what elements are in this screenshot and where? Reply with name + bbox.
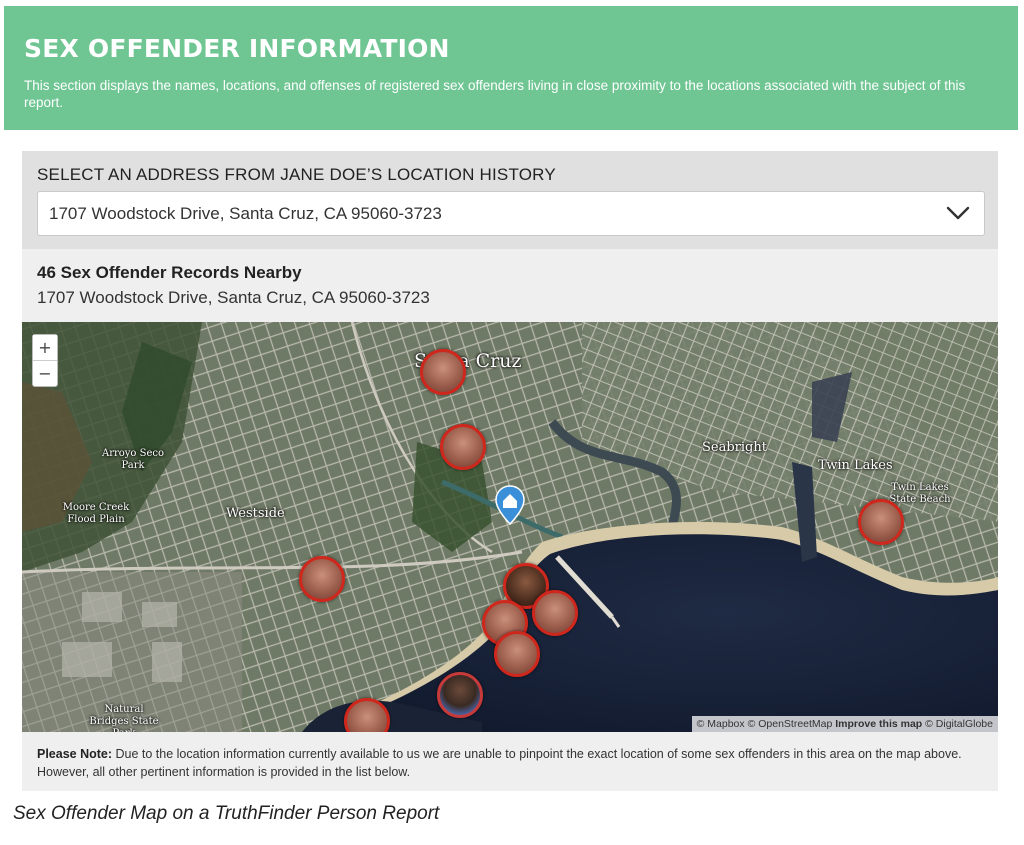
offender-marker[interactable] <box>440 424 486 470</box>
chevron-down-icon[interactable] <box>946 204 970 222</box>
place-label-westside: Westside <box>226 506 285 521</box>
address-selector: SELECT AN ADDRESS FROM JANE DOE’S LOCATI… <box>22 151 998 249</box>
records-address: 1707 Woodstock Drive, Santa Cruz, CA 950… <box>37 288 430 307</box>
section-title: SEX OFFENDER INFORMATION <box>24 34 450 63</box>
please-note: Please Note: Due to the location informa… <box>37 745 977 781</box>
place-label-moore-creek: Moore Creek Flood Plain <box>62 502 130 525</box>
address-select-label: SELECT AN ADDRESS FROM JANE DOE’S LOCATI… <box>37 165 556 184</box>
figure-caption: Sex Offender Map on a TruthFinder Person… <box>13 803 440 824</box>
place-label-natural-bridges: Natural Bridges State Park <box>89 704 159 732</box>
offender-marker[interactable] <box>437 672 483 718</box>
section-header: SEX OFFENDER INFORMATION This section di… <box>4 6 1018 130</box>
zoom-in-button[interactable]: + <box>33 335 57 360</box>
offender-marker[interactable] <box>858 499 904 545</box>
address-dropdown-value: 1707 Woodstock Drive, Santa Cruz, CA 950… <box>49 204 442 223</box>
offender-map[interactable]: + − Santa Cruz Arroyo Seco Park Moore Cr… <box>22 322 998 732</box>
offender-marker[interactable] <box>494 631 540 677</box>
zoom-out-button[interactable]: − <box>33 360 57 385</box>
records-count-title: 46 Sex Offender Records Nearby <box>37 263 302 282</box>
place-label-seabright: Seabright <box>702 440 767 455</box>
attribution-digitalglobe[interactable]: © DigitalGlobe <box>925 718 993 730</box>
home-location-pin-icon[interactable] <box>495 485 525 525</box>
address-dropdown[interactable]: 1707 Woodstock Drive, Santa Cruz, CA 950… <box>37 191 985 236</box>
section-description: This section displays the names, locatio… <box>24 78 966 110</box>
note-lead: Please Note: <box>37 747 113 761</box>
map-attribution: © Mapbox © OpenStreetMap Improve this ma… <box>691 716 998 732</box>
improve-map-link[interactable]: Improve this map <box>835 718 922 730</box>
zoom-controls: + − <box>32 334 58 387</box>
note-text: Due to the location information currentl… <box>37 747 962 779</box>
place-label-twin-lakes: Twin Lakes <box>818 458 893 473</box>
report-section: SEX OFFENDER INFORMATION This section di… <box>4 6 1018 791</box>
sex-offender-panel: SELECT AN ADDRESS FROM JANE DOE’S LOCATI… <box>22 151 998 791</box>
offender-marker[interactable] <box>420 349 466 395</box>
place-label-arroyo-seco: Arroyo Seco Park <box>101 448 165 471</box>
attribution-mapbox[interactable]: © Mapbox <box>697 718 745 730</box>
offender-marker[interactable] <box>532 590 578 636</box>
attribution-osm[interactable]: © OpenStreetMap <box>748 718 833 730</box>
offender-marker[interactable] <box>299 556 345 602</box>
